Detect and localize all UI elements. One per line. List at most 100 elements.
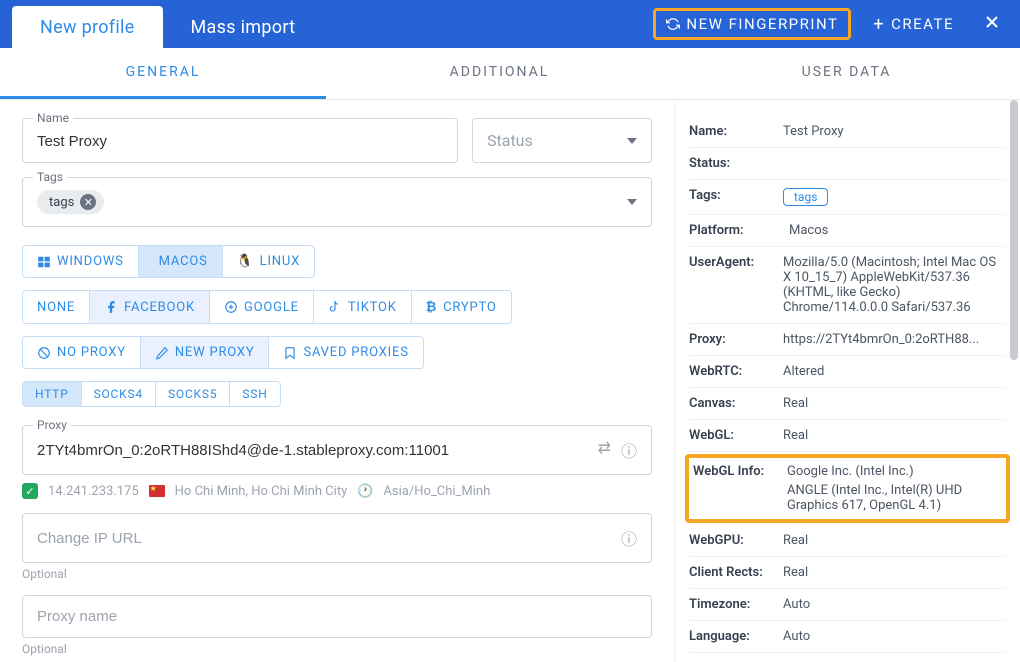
platform-google[interactable]: GOOGLE (209, 291, 313, 323)
tab-mass-import[interactable]: Mass import (163, 6, 324, 48)
info-value: Test Proxy (783, 124, 1006, 139)
proxy-input[interactable] (37, 442, 598, 459)
info-label: WebGPU: (689, 533, 783, 548)
proxy-field: Proxy ⇄ ⓘ (22, 425, 652, 475)
os-windows[interactable]: WINDOWS (23, 246, 138, 277)
os-linux[interactable]: 🐧 LINUX (222, 246, 314, 277)
sub-tabs: GENERAL ADDITIONAL USER DATA (0, 48, 1020, 100)
plus-icon: + (873, 14, 885, 35)
scrollbar[interactable] (1010, 100, 1018, 360)
info-icon[interactable]: ⓘ (621, 526, 637, 550)
proxy-mode-new[interactable]: NEW PROXY (140, 337, 269, 368)
info-value: Google Inc. (Intel Inc.)ANGLE (Intel Inc… (787, 464, 1002, 513)
proxy-mode-new-label: NEW PROXY (175, 345, 255, 360)
flag-icon (149, 485, 165, 497)
edit-icon (155, 346, 169, 360)
swap-icon[interactable]: ⇄ (598, 438, 611, 462)
protocol-socks4-label: SOCKS4 (94, 387, 143, 401)
info-value: Mozilla/5.0 (Macintosh; Intel Mac OS X 1… (783, 255, 1006, 315)
tag-remove-icon[interactable]: ✕ (80, 194, 96, 210)
linux-icon: 🐧 (237, 254, 254, 269)
chevron-down-icon (627, 138, 637, 144)
new-fingerprint-button[interactable]: NEW FINGERPRINT (653, 8, 851, 40)
tag-chip-label: tags (49, 195, 74, 210)
tiktok-icon (328, 300, 342, 314)
tab-additional[interactable]: ADDITIONAL (326, 48, 673, 99)
name-input[interactable] (37, 133, 443, 150)
tags-field[interactable]: Tags tags ✕ (22, 177, 652, 227)
info-panel: Name:Test Proxy Status: Tags:tagsPlatform:… (674, 100, 1020, 662)
refresh-icon (666, 17, 680, 31)
os-macos[interactable]: MACOS (138, 246, 222, 277)
proxy-mode-saved-label: SAVED PROXIES (303, 345, 408, 360)
proxy-name-field (22, 595, 652, 638)
proxy-mode-none[interactable]: NO PROXY (23, 337, 140, 368)
info-label: Status: (689, 156, 783, 171)
tags-label: Tags (33, 170, 67, 184)
windows-icon (37, 255, 51, 269)
proxy-name-input[interactable] (37, 608, 637, 625)
info-row: UserAgent:Mozilla/5.0 (Macintosh; Intel … (689, 247, 1006, 324)
info-row: Language:Auto (689, 621, 1006, 653)
os-linux-label: LINUX (260, 254, 300, 269)
proxy-timezone: Asia/Ho_Chi_Minh (383, 484, 490, 499)
top-tabs: New profile Mass import (12, 0, 323, 48)
platform-none-label: NONE (37, 300, 75, 315)
platform-tiktok[interactable]: TIKTOK (313, 291, 411, 323)
info-row: Platform:Macos (689, 215, 1006, 247)
info-label: Client Rects: (689, 565, 783, 580)
info-value: Real (783, 428, 1006, 443)
platform-facebook-label: FACEBOOK (124, 300, 195, 315)
info-label: Proxy: (689, 332, 783, 347)
info-row: Proxy:https://2TYt4bmrOn_0:2oRTH88... (689, 324, 1006, 356)
os-macos-label: MACOS (159, 254, 208, 269)
os-windows-label: WINDOWS (57, 254, 124, 269)
info-label: Canvas: (689, 396, 783, 411)
proxy-label: Proxy (33, 418, 71, 432)
proxy-mode-saved[interactable]: SAVED PROXIES (268, 337, 422, 368)
status-select[interactable]: Status (472, 118, 652, 163)
info-row: Tags:tags (689, 180, 1006, 215)
protocol-socks5-label: SOCKS5 (168, 387, 217, 401)
bookmark-icon (283, 346, 297, 360)
create-button[interactable]: + CREATE (863, 8, 964, 41)
platform-facebook[interactable]: FACEBOOK (89, 291, 209, 323)
bitcoin-icon: ₿ (426, 299, 437, 315)
tab-new-profile[interactable]: New profile (12, 6, 163, 48)
protocol-socks5[interactable]: SOCKS5 (155, 382, 229, 406)
status-placeholder: Status (487, 131, 533, 150)
info-label: Name: (689, 124, 783, 139)
info-value: Auto (783, 629, 1006, 644)
change-ip-input[interactable] (37, 530, 621, 547)
clock-icon: 🕐 (357, 484, 373, 499)
info-row: WebGL:Real (689, 420, 1006, 452)
info-value: Real (783, 396, 1006, 411)
tab-general[interactable]: GENERAL (0, 48, 326, 99)
platform-crypto[interactable]: ₿ CRYPTO (411, 291, 511, 323)
info-label: WebGL Info: (693, 464, 787, 479)
info-row: Geolocation:Auto (689, 653, 1006, 662)
os-group: WINDOWS MACOS 🐧 LINUX (22, 245, 315, 278)
tab-user-data[interactable]: USER DATA (673, 48, 1020, 99)
name-status-row: Name Status (22, 118, 652, 163)
info-row: Timezone:Auto (689, 589, 1006, 621)
chevron-down-icon (627, 199, 637, 205)
optional-hint: Optional (22, 642, 652, 656)
info-row: Client Rects:Real (689, 557, 1006, 589)
protocol-group: HTTP SOCKS4 SOCKS5 SSH (22, 381, 281, 407)
platform-group: NONE FACEBOOK GOOGLE TIKTOK ₿ CRYPTO (22, 290, 512, 324)
create-label: CREATE (891, 15, 954, 33)
info-value: tags (783, 188, 1006, 206)
info-value: Auto (783, 597, 1006, 612)
protocol-http[interactable]: HTTP (23, 382, 81, 406)
info-value: https://2TYt4bmrOn_0:2oRTH88... (783, 332, 1006, 347)
proxy-field-icons: ⇄ ⓘ (598, 438, 637, 462)
proxy-ip: 14.241.233.175 (48, 484, 139, 499)
platform-none[interactable]: NONE (23, 291, 89, 323)
protocol-ssh[interactable]: SSH (229, 382, 279, 406)
proxy-mode-none-label: NO PROXY (57, 345, 126, 360)
protocol-socks4[interactable]: SOCKS4 (81, 382, 155, 406)
info-icon[interactable]: ⓘ (621, 438, 637, 462)
close-button[interactable] (976, 10, 1008, 38)
platform-crypto-label: CRYPTO (443, 300, 497, 315)
